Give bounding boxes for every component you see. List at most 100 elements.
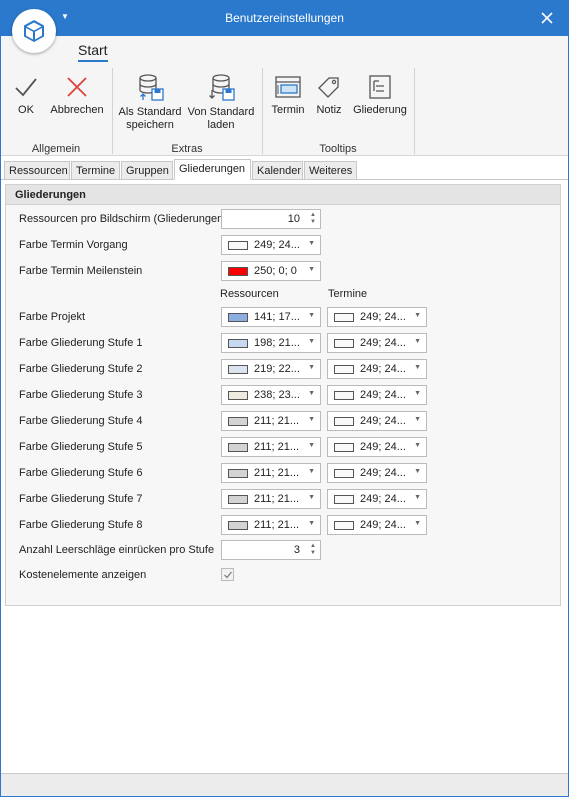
resources-per-screen-input[interactable]: 10 ▲ ▼: [221, 209, 321, 229]
tab-more[interactable]: Weiteres: [304, 161, 357, 180]
color-value: 249; 24...: [360, 441, 406, 453]
resource-color-picker[interactable]: 219; 22... ▼: [221, 359, 321, 379]
resource-color-picker[interactable]: 211; 21... ▼: [221, 489, 321, 509]
appointment-color-picker[interactable]: 249; 24... ▼: [327, 437, 427, 457]
resource-color-picker[interactable]: 211; 21... ▼: [221, 411, 321, 431]
outline-color-label: Farbe Gliederung Stufe 3: [19, 389, 143, 401]
resource-color-picker[interactable]: 211; 21... ▼: [221, 437, 321, 457]
color-swatch: [334, 365, 354, 374]
ribbon-separator: [262, 68, 263, 154]
ribbon-tab-start[interactable]: Start: [78, 42, 108, 58]
milestone-color-label: Farbe Termin Meilenstein: [19, 265, 143, 277]
chevron-down-icon: ▼: [414, 338, 421, 345]
chevron-down-icon: ▼: [308, 240, 315, 247]
resource-color-picker[interactable]: 141; 17... ▼: [221, 307, 321, 327]
process-color-picker[interactable]: 249; 24... ▼: [221, 235, 321, 255]
outlines-group: Gliederungen Ressourcen pro Bildschirm (…: [5, 184, 561, 606]
color-value: 211; 21...: [254, 493, 300, 505]
tab-appointments[interactable]: Termine: [71, 161, 120, 180]
resource-color-picker[interactable]: 198; 21... ▼: [221, 333, 321, 353]
color-swatch: [334, 417, 354, 426]
color-value: 211; 21...: [254, 415, 300, 427]
checkmark-icon: [15, 78, 37, 97]
tooltip-outline-button[interactable]: Gliederung: [351, 74, 409, 117]
show-cost-elements-checkbox[interactable]: [221, 568, 234, 581]
cancel-label: Abbrechen: [50, 104, 104, 116]
tooltip-note-button[interactable]: Notiz: [311, 74, 347, 117]
color-value: 211; 21...: [254, 467, 300, 479]
tab-calendar[interactable]: Kalender: [252, 161, 303, 180]
color-value: 249; 24...: [360, 415, 406, 427]
ok-button[interactable]: OK: [8, 74, 44, 117]
resources-per-screen-value: 10: [287, 213, 300, 225]
tab-resources[interactable]: Ressourcen: [4, 161, 70, 180]
appointment-color-picker[interactable]: 249; 24... ▼: [327, 515, 427, 535]
appointment-color-picker[interactable]: 249; 24... ▼: [327, 385, 427, 405]
ribbon-separator: [414, 68, 415, 154]
spin-arrows-icon[interactable]: ▲ ▼: [309, 212, 317, 226]
appointment-color-picker[interactable]: 249; 24... ▼: [327, 359, 427, 379]
ribbon: Start OK Abbrechen Als Standard speicher…: [0, 36, 569, 156]
cancel-x-icon: [67, 77, 87, 97]
color-value: 249; 24...: [360, 493, 406, 505]
chevron-down-icon: ▼: [414, 312, 421, 319]
chevron-down-icon: ▼: [414, 468, 421, 475]
chevron-down-icon: ▼: [414, 364, 421, 371]
appointment-color-picker[interactable]: 249; 24... ▼: [327, 411, 427, 431]
chevron-down-icon: ▼: [308, 494, 315, 501]
milestone-color-value: 250; 0; 0: [254, 265, 297, 277]
tab-panel: Gliederungen Ressourcen pro Bildschirm (…: [0, 179, 569, 773]
tooltip-appointment-button[interactable]: Termin: [268, 74, 308, 117]
outline-color-label: Farbe Gliederung Stufe 1: [19, 337, 143, 349]
outline-color-label: Farbe Projekt: [19, 311, 86, 323]
appointment-color-picker[interactable]: 249; 24... ▼: [327, 463, 427, 483]
group-title: Gliederungen: [6, 185, 560, 205]
chevron-down-icon: ▼: [308, 416, 315, 423]
resource-color-picker[interactable]: 211; 21... ▼: [221, 463, 321, 483]
cube-icon: [24, 20, 44, 42]
color-swatch: [334, 313, 354, 322]
load-default-button[interactable]: Von Standard laden: [186, 72, 256, 132]
indent-spaces-value: 3: [293, 544, 300, 556]
tag-icon: [318, 77, 339, 98]
appointment-color-picker[interactable]: 249; 24... ▼: [327, 489, 427, 509]
color-value: 198; 21...: [254, 337, 300, 349]
color-swatch: [228, 391, 248, 400]
resource-color-picker[interactable]: 238; 23... ▼: [221, 385, 321, 405]
color-swatch: [228, 365, 248, 374]
appointment-color-picker[interactable]: 249; 24... ▼: [327, 307, 427, 327]
group-label-extras: Extras: [171, 143, 203, 155]
chevron-down-icon: ▼: [414, 520, 421, 527]
color-swatch: [228, 521, 248, 530]
color-swatch: [334, 469, 354, 478]
color-swatch: [228, 495, 248, 504]
group-label-tooltips: Tooltips: [319, 143, 357, 155]
ribbon-separator: [112, 68, 113, 154]
color-swatch: [228, 339, 248, 348]
outline-color-label: Farbe Gliederung Stufe 8: [19, 519, 143, 531]
close-button[interactable]: [535, 6, 559, 30]
load-default-label: Von Standard laden: [187, 106, 255, 131]
indent-spaces-input[interactable]: 3 ▲ ▼: [221, 540, 321, 560]
chevron-down-icon: ▼: [414, 442, 421, 449]
app-logo[interactable]: [12, 9, 56, 53]
color-swatch: [228, 313, 248, 322]
chevron-down-icon: ▼: [308, 338, 315, 345]
resource-color-picker[interactable]: 211; 21... ▼: [221, 515, 321, 535]
chevron-down-icon: ▼: [308, 520, 315, 527]
spin-arrows-icon[interactable]: ▲ ▼: [309, 543, 317, 557]
database-download-icon: [209, 74, 235, 101]
appointment-color-picker[interactable]: 249; 24... ▼: [327, 333, 427, 353]
chevron-down-icon: ▼: [308, 266, 315, 273]
tab-outlines[interactable]: Gliederungen: [174, 159, 251, 180]
color-swatch: [334, 521, 354, 530]
save-default-button[interactable]: Als Standard speichern: [116, 72, 184, 132]
color-value: 238; 23...: [254, 389, 300, 401]
outline-label: Gliederung: [353, 104, 407, 116]
chevron-down-icon: ▼: [308, 390, 315, 397]
cancel-button[interactable]: Abbrechen: [49, 74, 105, 117]
color-value: 249; 24...: [360, 519, 406, 531]
process-color-value: 249; 24...: [254, 239, 300, 251]
milestone-color-picker[interactable]: 250; 0; 0 ▼: [221, 261, 321, 281]
tab-groups[interactable]: Gruppen: [121, 161, 173, 180]
